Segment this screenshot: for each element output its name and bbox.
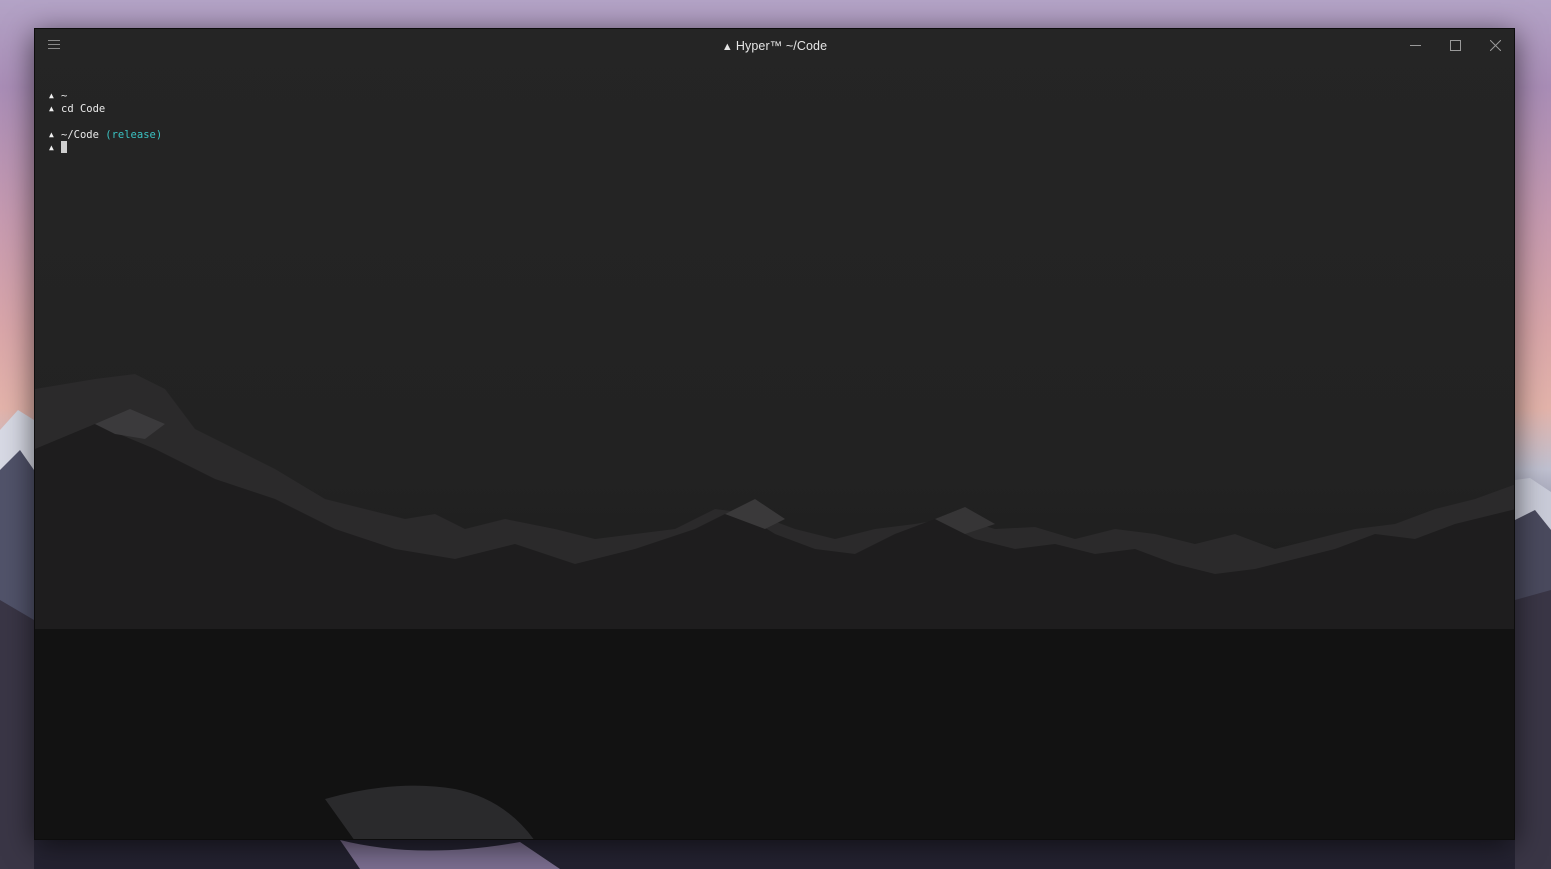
terminal-background	[35, 29, 1514, 839]
text-cursor	[61, 141, 67, 153]
close-icon	[1490, 40, 1501, 51]
maximize-icon	[1450, 40, 1461, 51]
terminal-command: cd Code	[61, 103, 106, 115]
terminal-output[interactable]: ▲ ~ ▲ cd Code ▲ ~/Code (release) ▲	[49, 89, 162, 154]
prompt-symbol: ▲	[49, 130, 54, 139]
terminal-line: ▲ cd Code	[49, 102, 162, 115]
maximize-button[interactable]	[1439, 35, 1473, 57]
terminal-line-text: ~	[61, 90, 68, 102]
window-title: ▲ Hyper™ ~/Code	[35, 39, 1514, 53]
hyper-terminal-window: ▲ Hyper™ ~/Code ▲ ~ ▲ cd Code ▲ ~/Code (rele…	[34, 28, 1515, 840]
minimize-button[interactable]	[1399, 35, 1433, 57]
git-branch: (release)	[105, 129, 163, 141]
terminal-line: ▲ ~/Code (release)	[49, 128, 162, 141]
close-button[interactable]	[1479, 35, 1513, 57]
hyper-logo-icon: ▲	[721, 41, 733, 53]
terminal-input-line[interactable]: ▲	[49, 141, 162, 154]
prompt-symbol: ▲	[49, 104, 54, 113]
prompt-symbol: ▲	[49, 143, 54, 152]
prompt-symbol: ▲	[49, 91, 54, 100]
title-bar[interactable]: ▲ Hyper™ ~/Code	[35, 29, 1514, 63]
window-title-text: Hyper™ ~/Code	[735, 39, 828, 53]
terminal-line: ▲ ~	[49, 89, 162, 102]
terminal-cwd: ~/Code	[61, 129, 99, 141]
minimize-icon	[1410, 45, 1421, 46]
